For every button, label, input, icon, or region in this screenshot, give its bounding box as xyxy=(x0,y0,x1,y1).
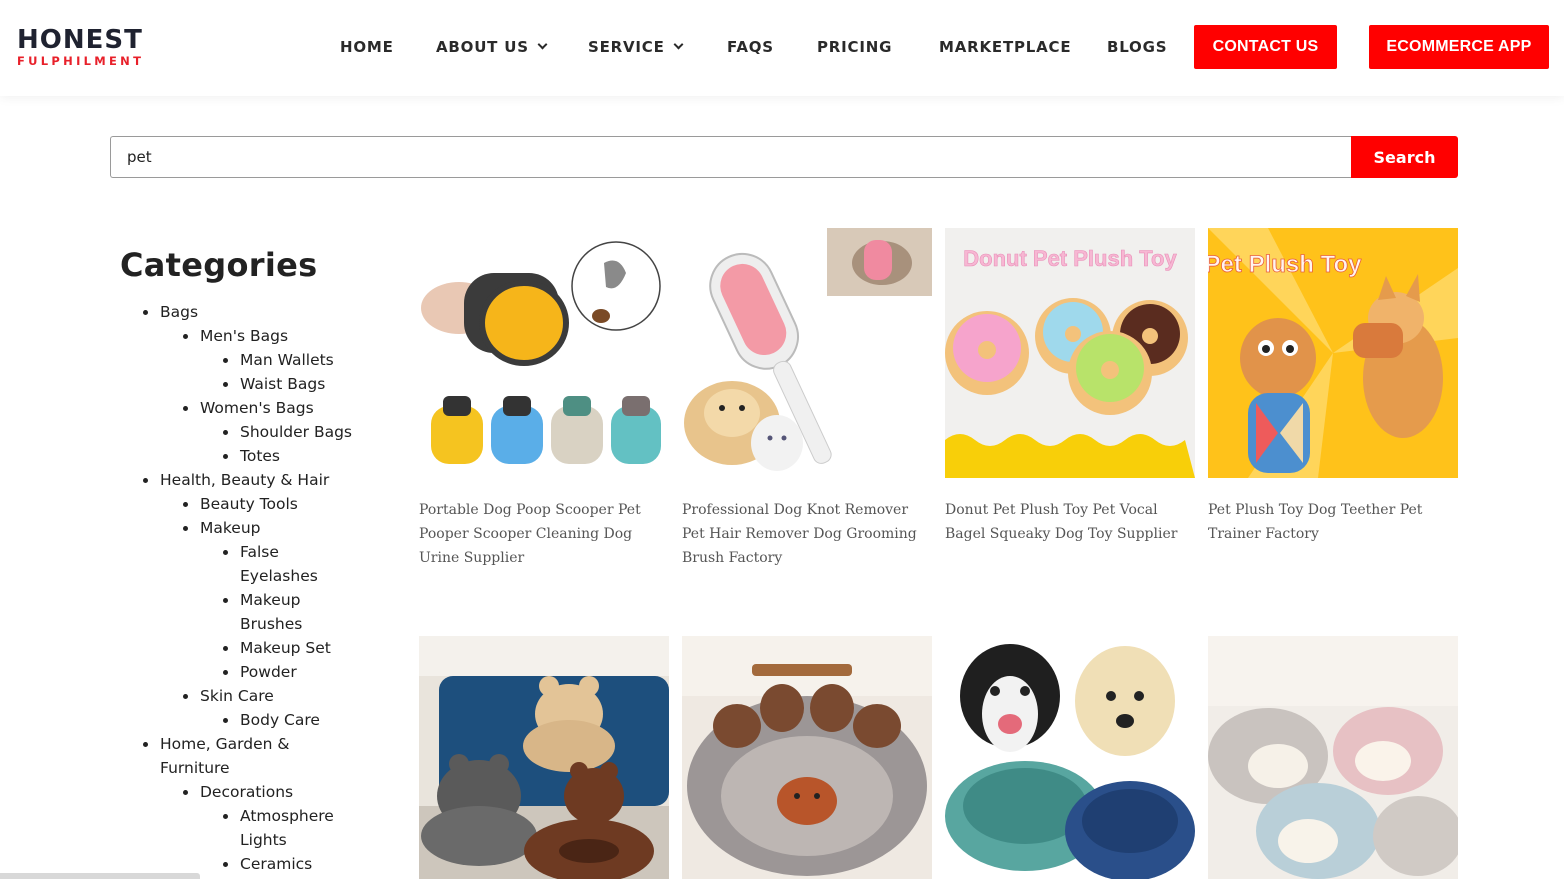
nav-service-label: SERVICE xyxy=(588,38,665,56)
product-image-donut-plush-toy[interactable]: Donut Pet Plush Toy xyxy=(945,228,1195,478)
category-link-continued[interactable]: Eyelashes xyxy=(240,564,318,588)
nav-about-label: ABOUT US xyxy=(436,38,529,56)
nav-blogs[interactable]: BLOGS xyxy=(1107,38,1167,56)
ecommerce-app-button[interactable]: ECOMMERCE APP xyxy=(1369,25,1549,69)
bullet-dot xyxy=(223,862,228,867)
nav-faqs[interactable]: FAQS xyxy=(727,38,774,56)
category-link[interactable]: Makeup Set xyxy=(240,636,331,660)
product-image-paw-pet-bed[interactable] xyxy=(682,636,932,879)
nav-faqs-label: FAQS xyxy=(727,38,774,56)
category-link[interactable]: Health, Beauty & Hair xyxy=(160,468,329,492)
category-link[interactable]: Man Wallets xyxy=(240,348,334,372)
category-link[interactable]: Ceramics xyxy=(240,852,312,876)
category-link[interactable]: Atmosphere xyxy=(240,804,334,828)
bullet-dot xyxy=(143,742,148,747)
site-logo[interactable]: HONEST FULPHILMENT xyxy=(17,27,144,68)
bullet-dot xyxy=(223,454,228,459)
product-title[interactable]: Professional Dog Knot Remover Pet Hair R… xyxy=(682,498,932,570)
product-image-pet-plush-toy[interactable]: Pet Plush Toy xyxy=(1208,228,1458,478)
logo-tagline: FULPHILMENT xyxy=(17,54,145,68)
contact-us-button[interactable]: CONTACT US xyxy=(1194,25,1337,69)
product-title[interactable]: Pet Plush Toy Dog Teether Pet Trainer Fa… xyxy=(1208,498,1458,546)
category-link[interactable]: Home, Garden & xyxy=(160,732,289,756)
bullet-dot xyxy=(223,814,228,819)
nav-pricing[interactable]: PRICING xyxy=(817,38,892,56)
bullet-dot xyxy=(183,526,188,531)
category-link[interactable]: Makeup xyxy=(240,588,301,612)
category-link-continued[interactable]: Brushes xyxy=(240,612,302,636)
bullet-dot xyxy=(223,718,228,723)
category-link[interactable]: Bags xyxy=(160,300,198,324)
bullet-dot xyxy=(223,550,228,555)
category-link[interactable]: Skin Care xyxy=(200,684,274,708)
nav-marketplace[interactable]: MARKETPLACE xyxy=(939,38,1071,56)
nav-blogs-label: BLOGS xyxy=(1107,38,1168,56)
bullet-dot xyxy=(183,334,188,339)
nav-home-label: HOME xyxy=(340,38,394,56)
categories-heading: Categories xyxy=(120,246,318,284)
bullet-dot xyxy=(143,478,148,483)
chevron-down-icon xyxy=(673,39,684,50)
category-link-continued[interactable]: Furniture xyxy=(160,756,230,780)
bullet-dot xyxy=(223,358,228,363)
category-link[interactable]: False xyxy=(240,540,279,564)
category-link[interactable]: Body Care xyxy=(240,708,320,732)
category-link[interactable]: Totes xyxy=(240,444,280,468)
nav-pricing-label: PRICING xyxy=(817,38,893,56)
product-title[interactable]: Donut Pet Plush Toy Pet Vocal Bagel Sque… xyxy=(945,498,1195,546)
bullet-dot xyxy=(183,406,188,411)
category-link[interactable]: Waist Bags xyxy=(240,372,325,396)
category-link[interactable]: Women's Bags xyxy=(200,396,314,420)
product-image-dog-knot-remover[interactable] xyxy=(682,228,932,478)
product-image-dog-poop-scooper[interactable] xyxy=(419,228,669,478)
image-banner-text: Pet Plush Toy xyxy=(1208,251,1362,278)
bullet-dot xyxy=(223,646,228,651)
category-link[interactable]: Makeup xyxy=(200,516,261,540)
bullet-dot xyxy=(183,502,188,507)
bullet-dot xyxy=(183,694,188,699)
bullet-dot xyxy=(183,790,188,795)
category-link-continued[interactable]: Lights xyxy=(240,828,287,852)
product-image-slow-feeder-bowl[interactable] xyxy=(945,636,1195,879)
category-link[interactable]: Decorations xyxy=(200,780,293,804)
category-link[interactable]: Powder xyxy=(240,660,297,684)
horizontal-scrollbar[interactable] xyxy=(0,873,200,879)
product-image-pet-cave-bed[interactable] xyxy=(1208,636,1458,879)
bullet-dot xyxy=(223,670,228,675)
site-header: HONEST FULPHILMENT HOME ABOUT US SERVICE… xyxy=(0,0,1564,96)
product-title[interactable]: Portable Dog Poop Scooper Pet Pooper Sco… xyxy=(419,498,669,570)
logo-wordmark: HONEST xyxy=(17,25,143,55)
bullet-dot xyxy=(223,382,228,387)
chevron-down-icon xyxy=(537,39,548,50)
nav-service[interactable]: SERVICE xyxy=(588,38,684,56)
nav-marketplace-label: MARKETPLACE xyxy=(939,38,1072,56)
product-image-bear-pet-bed[interactable] xyxy=(419,636,669,879)
nav-home[interactable]: HOME xyxy=(340,38,394,56)
nav-about-us[interactable]: ABOUT US xyxy=(436,38,548,56)
category-link[interactable]: Men's Bags xyxy=(200,324,288,348)
bullet-dot xyxy=(143,310,148,315)
search-input[interactable] xyxy=(110,136,1352,178)
category-link[interactable]: Shoulder Bags xyxy=(240,420,352,444)
bullet-dot xyxy=(223,430,228,435)
bullet-dot xyxy=(223,598,228,603)
category-link[interactable]: Beauty Tools xyxy=(200,492,298,516)
search-button[interactable]: Search xyxy=(1351,136,1458,178)
image-banner-text: Donut Pet Plush Toy xyxy=(963,246,1177,271)
search-bar: Search xyxy=(110,136,1458,178)
